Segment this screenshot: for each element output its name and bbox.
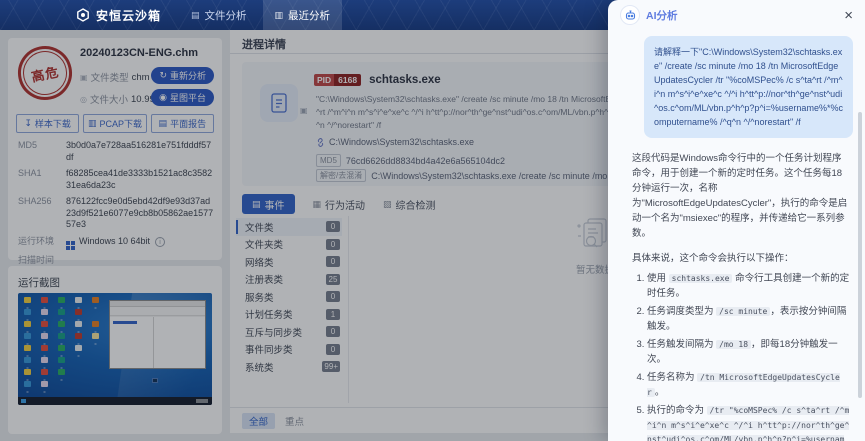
risk-seal-badge: 高危 — [13, 41, 77, 105]
hash-row-md5: MD53b0d0a7e728aa516281e751fdddf57df — [18, 140, 214, 163]
download-icon: ↧ — [24, 118, 32, 129]
scrollbar-thumb[interactable] — [858, 112, 862, 398]
sample-download-button[interactable]: ↧样本下载 — [16, 114, 79, 133]
download-actions: ↧样本下载 ▥PCAP下载 ▤平面报告 — [16, 114, 214, 133]
ai-step: 任务名称为 /tn MicrosoftEdgeUpdatesCycler。 — [647, 371, 851, 400]
user-message-bubble: 请解释一下"C:\Windows\System32\schtasks.exe" … — [644, 36, 853, 138]
ai-steps-list: 使用 schtasks.exe 命令行工具创建一个新的定时任务。 任务调度类型为… — [632, 272, 851, 441]
close-icon[interactable]: × — [844, 8, 853, 23]
category-system[interactable]: 系统类99+ — [236, 358, 342, 376]
hexagon-logo-icon — [76, 8, 90, 22]
md5-badge: MD5 — [316, 154, 341, 167]
robot-avatar-icon — [620, 5, 640, 25]
ai-step: 执行的命令为 /tr "%coMSPec% /c s^ta^rt /^m^i^n… — [647, 404, 851, 441]
detail-tabs: ▤事件 ▦行为活动 ▧综合检测 — [242, 194, 436, 214]
screenshot-title: 运行截图 — [18, 275, 60, 290]
info-icon[interactable]: i — [155, 237, 165, 247]
nav-tab-file-analysis[interactable]: ▤ 文件分析 — [179, 0, 259, 30]
ai-panel-title: AI分析 — [646, 8, 678, 23]
category-registry[interactable]: 注册表类25 — [236, 271, 342, 289]
file-size-icon: ◎ — [80, 95, 87, 104]
windows-logo-icon — [66, 241, 75, 250]
report-button[interactable]: ▤平面报告 — [151, 114, 214, 133]
ai-panel-header: AI分析 × — [608, 0, 865, 30]
file-type-row: ▣ 文件类型chm — [80, 70, 150, 84]
process-md5-value: 76cd6626dd8834bd4a42e6a565104dc2 — [346, 156, 505, 166]
count-badge: 0 — [326, 221, 340, 232]
vertical-divider — [348, 216, 349, 403]
count-badge: 25 — [326, 274, 340, 285]
link-icon — [316, 138, 325, 147]
category-files[interactable]: 文件类0 — [236, 218, 342, 236]
nav-tab-label: 最近分析 — [288, 8, 330, 23]
count-badge: 0 — [326, 239, 340, 250]
terminal-icon: ▣ — [300, 106, 308, 115]
ai-step: 使用 schtasks.exe 命令行工具创建一个新的定时任务。 — [647, 272, 851, 301]
count-badge: 0 — [326, 291, 340, 302]
count-badge: 1 — [326, 309, 340, 320]
target-icon: ◉ — [159, 92, 167, 103]
hash-row-sha256: SHA256876122fcc9e0d5ebd42df9e93d37ad23d9… — [18, 196, 214, 231]
filter-all-button[interactable]: 全部 — [242, 413, 275, 429]
file-type-icon: ▣ — [80, 73, 88, 82]
scan-time-row: 扫描时间 — [18, 255, 214, 267]
reanalyze-button[interactable]: ↻重新分析 — [151, 67, 214, 84]
category-mutex-sync[interactable]: 互斥与同步类0 — [236, 323, 342, 341]
process-title-row: PID6168 schtasks.exe — [314, 74, 441, 86]
count-badge: 99+ — [322, 361, 340, 372]
runtime-screenshot-card: 运行截图 — [8, 266, 222, 434]
env-row: 运行环境 Windows 10 64biti — [18, 236, 214, 250]
hash-row-sha1: SHA1f68285cea41de3333b1521ac8c358231ea6d… — [18, 168, 214, 191]
nav-tab-recent-analysis[interactable]: ▥ 最近分析 — [263, 0, 343, 30]
tab-behavior[interactable]: ▦行为活动 — [313, 197, 366, 212]
ai-step: 任务调度类型为 /sc minute，表示按分钟间隔触发。 — [647, 305, 851, 334]
category-event-sync[interactable]: 事件同步类0 — [236, 341, 342, 359]
starmap-button[interactable]: ◉星图平台 — [151, 89, 214, 106]
deobfuscate-badge: 解密/去混淆 — [316, 169, 366, 182]
refresh-icon: ↻ — [159, 70, 167, 81]
process-file-icon — [260, 84, 298, 122]
tab-detection[interactable]: ▧综合检测 — [383, 197, 436, 212]
category-folders[interactable]: 文件夹类0 — [236, 236, 342, 254]
event-category-list: 文件类0 文件夹类0 网络类0 注册表类25 服务类0 计划任务类1 互斥与同步… — [236, 218, 342, 376]
pcap-download-button[interactable]: ▥PCAP下载 — [83, 114, 146, 133]
nav-tab-label: 文件分析 — [205, 8, 247, 23]
count-badge: 0 — [326, 344, 340, 355]
process-md5-row: MD5 76cd6626dd8834bd4a42e6a565104dc2 — [316, 154, 505, 167]
ai-response: 这段代码是Windows命令行中的一个任务计划程序命令，用于创建一个新的定时任务… — [632, 151, 851, 441]
count-badge: 0 — [326, 326, 340, 337]
process-path: C:\Windows\System32\schtasks.exe — [329, 137, 474, 147]
vm-taskbar — [18, 397, 212, 405]
category-network[interactable]: 网络类0 — [236, 253, 342, 271]
count-badge: 0 — [326, 256, 340, 267]
ai-step: 任务触发间隔为 /mo 18，即每18分钟触发一次。 — [647, 338, 851, 367]
document-icon: ▤ — [191, 10, 200, 21]
vm-console-icon — [152, 378, 158, 383]
ai-paragraph: 这段代码是Windows命令行中的一个任务计划程序命令，用于创建一个新的定时任务… — [632, 151, 851, 241]
ai-analysis-panel: AI分析 × 请解释一下"C:\Windows\System32\schtask… — [608, 0, 865, 441]
app-root: 安恒云沙箱 ▤ 文件分析 ▥ 最近分析 高危 20240123CN-ENG.ch… — [0, 0, 865, 441]
list-icon: ▤ — [252, 199, 261, 210]
grid-icon: ▦ — [313, 199, 322, 210]
doc-check-icon: ▧ — [383, 199, 392, 210]
package-icon: ▥ — [88, 118, 97, 129]
category-services[interactable]: 服务类0 — [236, 288, 342, 306]
document-icon: ▥ — [275, 10, 284, 21]
pid-badge: PID6168 — [314, 74, 361, 86]
brand-title: 安恒云沙箱 — [96, 7, 161, 24]
ai-paragraph: 具体来说，这个命令会执行以下操作： — [632, 251, 851, 266]
tab-events[interactable]: ▤事件 — [242, 194, 295, 214]
category-scheduled-tasks[interactable]: 计划任务类1 — [236, 306, 342, 324]
process-name: schtasks.exe — [369, 74, 441, 86]
vm-screenshot-thumbnail[interactable] — [18, 293, 212, 405]
brand-logo[interactable]: 安恒云沙箱 — [76, 0, 161, 30]
filter-focus-button[interactable]: 重点 — [285, 414, 304, 428]
sample-info-card: 高危 20240123CN-ENG.chm ▣ 文件类型chm ◎ 文件大小10… — [8, 38, 222, 260]
vm-window — [109, 300, 206, 369]
sample-filename: 20240123CN-ENG.chm — [80, 47, 198, 59]
report-icon: ▤ — [159, 118, 168, 129]
process-path-row[interactable]: C:\Windows\System32\schtasks.exe — [316, 137, 474, 147]
